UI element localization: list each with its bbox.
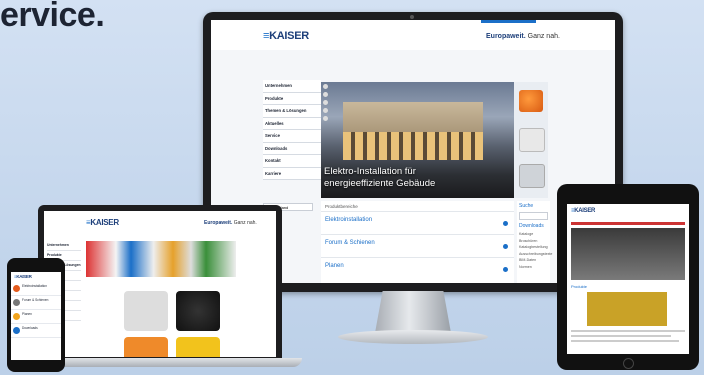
tablet-logo[interactable]: ≡KAISER: [571, 208, 595, 214]
nav-item[interactable]: Aktuelles: [263, 117, 321, 130]
orange-socket-teaser[interactable]: [519, 90, 543, 112]
site-logo[interactable]: ≡KAISER: [263, 30, 309, 42]
download-link[interactable]: Normen: [517, 264, 550, 271]
hero-caption: Elektro-Installation für energieeffizien…: [324, 166, 436, 189]
smartphone: ≡KAISER Elektroinstallation Forum & Schi…: [7, 258, 65, 372]
tablet-product-image: [587, 292, 667, 326]
text-line: [571, 340, 679, 342]
main-navigation: Unternehmen Produkte Themen & Lösungen A…: [263, 80, 321, 180]
tablet-accent: [571, 222, 685, 225]
arrow-icon: [503, 244, 508, 249]
category-link[interactable]: Forum & Schienen: [321, 234, 514, 257]
tablet-website: ≡KAISER Produkte: [567, 204, 689, 354]
nav-item[interactable]: Produkte: [263, 92, 321, 105]
tablet-heading: Produkte: [571, 284, 588, 289]
arrow-icon: [503, 221, 508, 226]
tablet-hero-image: [571, 228, 685, 280]
site-claim: Europaweit. Ganz nah.: [486, 33, 560, 40]
category-link[interactable]: Elektroinstallation: [321, 211, 514, 234]
monitor-base: [338, 330, 488, 344]
monitor-stand: [375, 291, 451, 333]
product-tile[interactable]: [176, 291, 220, 331]
hero-slider[interactable]: Elektro-Installation für energieeffizien…: [321, 82, 514, 198]
product-teaser[interactable]: [519, 128, 545, 152]
tagline-text: ervice.: [0, 0, 105, 34]
camera-dot: [410, 15, 414, 19]
laptop-claim: Europaweit. Ganz nah.: [204, 220, 257, 226]
product-teasers: [514, 82, 548, 198]
nav-item[interactable]: Kontakt: [263, 155, 321, 168]
product-thumb: [13, 299, 20, 306]
nav-item[interactable]: Downloads: [263, 142, 321, 155]
product-areas-panel: Produktbereiche Elektroinstallation Foru…: [321, 201, 514, 283]
downloads-heading: Downloads: [519, 223, 544, 229]
product-thumb: [13, 285, 20, 292]
list-item[interactable]: Elektroinstallation: [11, 282, 61, 296]
nav-item[interactable]: Service: [263, 130, 321, 143]
laptop-logo[interactable]: ≡KAISER: [86, 218, 119, 227]
product-thumb: [13, 327, 20, 334]
site-header: ≡KAISER Europaweit. Ganz nah.: [211, 20, 615, 50]
list-item[interactable]: Downloads: [11, 324, 61, 338]
product-teaser[interactable]: [519, 164, 545, 188]
laptop: ≡KAISER Europaweit. Ganz nah. Unternehme…: [38, 205, 282, 360]
home-button[interactable]: [623, 358, 634, 369]
product-tile[interactable]: [124, 337, 168, 357]
hero-building-image: [343, 102, 483, 160]
nav-item[interactable]: Unternehmen: [263, 80, 321, 93]
product-banner: [86, 241, 236, 277]
laptop-website: ≡KAISER Europaweit. Ganz nah. Unternehme…: [44, 211, 276, 357]
search-input[interactable]: [519, 212, 548, 220]
nav-item[interactable]: Karriere: [263, 167, 321, 180]
list-item[interactable]: Forum & Schienen: [11, 296, 61, 310]
nav-item[interactable]: Unternehmen: [47, 241, 81, 251]
slider-dots[interactable]: [323, 84, 329, 124]
product-tile[interactable]: [176, 337, 220, 357]
tablet: ≡KAISER Produkte: [557, 184, 699, 370]
list-item[interactable]: Planen: [11, 310, 61, 324]
product-tile[interactable]: [124, 291, 168, 331]
panel-heading: Produktbereiche: [325, 204, 358, 209]
nav-item[interactable]: Themen & Lösungen: [263, 105, 321, 118]
phone-website: ≡KAISER Elektroinstallation Forum & Schi…: [11, 272, 61, 360]
right-column: Suche Downloads Kataloge Broschüren Kata…: [517, 201, 552, 283]
text-line: [571, 335, 671, 337]
product-thumb: [13, 313, 20, 320]
arrow-icon: [503, 267, 508, 272]
text-line: [571, 330, 685, 332]
category-link[interactable]: Planen: [321, 257, 514, 280]
search-heading: Suche: [519, 203, 534, 209]
header-accent-bar: [481, 20, 536, 23]
